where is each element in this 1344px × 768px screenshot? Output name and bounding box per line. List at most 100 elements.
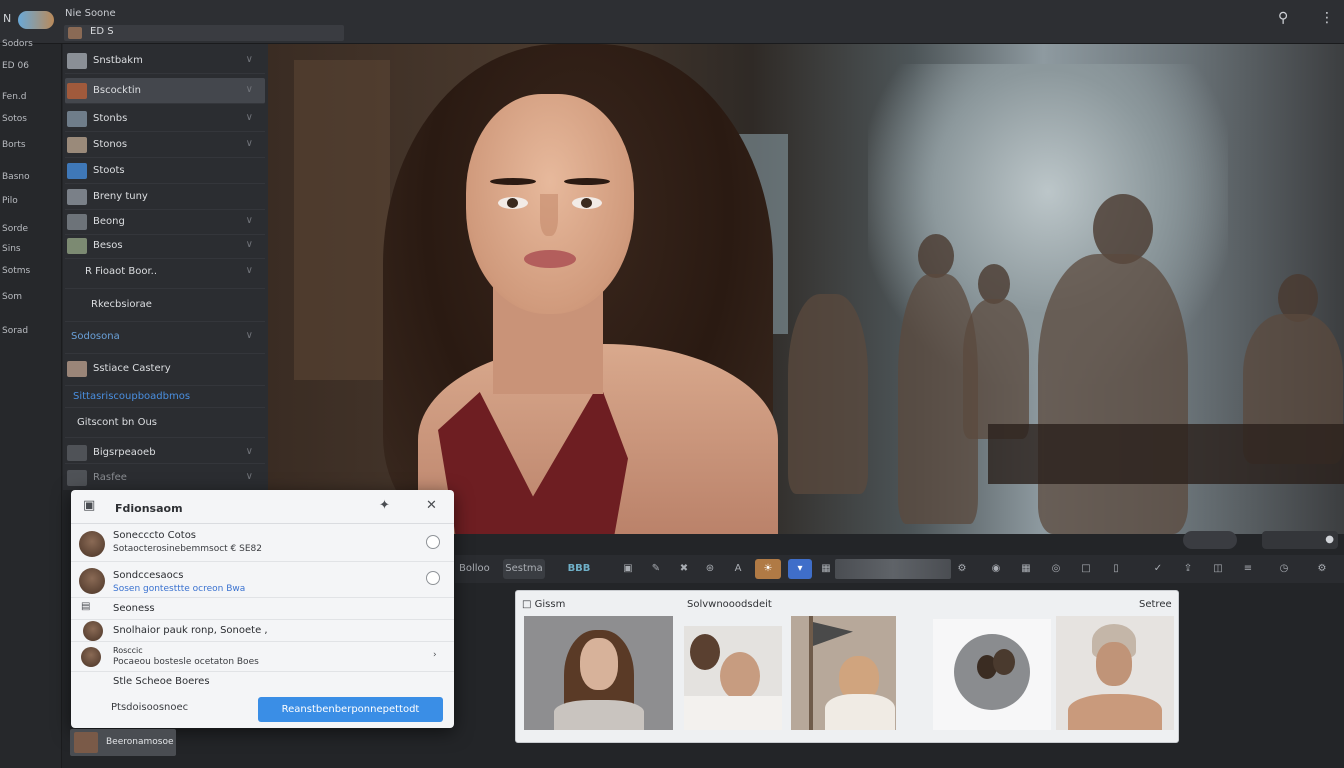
dialog-primary-button[interactable]: Reanstbenberponnepettodt <box>258 697 443 722</box>
panel-item[interactable]: Bigsrpeaoeb ∨ <box>65 440 265 464</box>
app-logo-icon[interactable] <box>18 11 54 29</box>
panel-item[interactable]: Stonbs ∨ <box>65 106 265 132</box>
panel-item-label: R Fioaot Boor.. <box>85 266 158 277</box>
text-icon[interactable]: A <box>729 559 747 579</box>
rail-item[interactable]: Sorde <box>2 224 28 234</box>
subject-face <box>466 94 634 314</box>
panel-item-label: Stoots <box>93 165 125 176</box>
rail-item[interactable]: Sotos <box>2 114 27 124</box>
rail-item[interactable]: Fen.d <box>2 92 27 102</box>
dialog-option[interactable]: Snolhaior pauk ronp, Sonoete , <box>71 620 454 642</box>
gallery-thumbnail[interactable] <box>933 619 1051 730</box>
close-icon[interactable]: ✕ <box>426 498 437 513</box>
camera-icon[interactable]: ◉ <box>985 559 1007 579</box>
tool-button[interactable]: BBB <box>559 559 599 579</box>
gear-icon[interactable]: ⚙ <box>953 559 971 579</box>
rail-item[interactable]: ED 06 <box>2 61 29 71</box>
export-icon[interactable]: ◫ <box>1207 559 1229 579</box>
sliders-icon[interactable]: ≡ <box>1237 559 1259 579</box>
filmstrip[interactable] <box>835 559 951 579</box>
panel-item[interactable]: Rasfee ∨ <box>65 468 265 488</box>
panel-item[interactable]: R Fioaot Boor.. ∨ <box>65 259 265 289</box>
tool-button[interactable]: Sestma <box>503 559 545 579</box>
dropdown-icon[interactable]: ▾ <box>788 559 812 579</box>
grid-icon[interactable]: ▦ <box>1015 559 1037 579</box>
rail-item[interactable]: Sotms <box>2 266 30 276</box>
chevron-icon: ∨ <box>245 446 253 457</box>
item-thumbnail <box>67 470 87 486</box>
layer-icon[interactable]: ▦ <box>817 559 835 579</box>
dialog-option[interactable]: Stle Scheoe Boeres <box>71 672 454 692</box>
check-icon[interactable]: ✓ <box>1147 559 1169 579</box>
gallery-thumbnail[interactable] <box>524 616 673 730</box>
more-vertical-icon[interactable]: ⋮ <box>1320 10 1334 26</box>
tab-thumbnail <box>68 27 82 39</box>
rail-item[interactable]: Sodors <box>2 39 33 49</box>
subject-brow <box>490 178 536 185</box>
panel-item-label: Besos <box>93 240 123 251</box>
zoom-toggle[interactable] <box>1183 531 1237 549</box>
subject-eye <box>498 197 528 209</box>
gallery-label-text: Gissm <box>534 599 566 610</box>
editing-toolbar: Bolloo Sestma BBB ▣ ✎ ✖ ⊛ A ☀ ▾ ▦ ⚙ ◉ ▦ … <box>455 555 1344 583</box>
rail-item[interactable]: Sorad <box>2 326 28 336</box>
brush-icon[interactable]: ✎ <box>647 559 665 579</box>
chat-icon[interactable]: □ <box>1075 559 1097 579</box>
scissors-icon[interactable]: ✖ <box>675 559 693 579</box>
gallery-action[interactable]: Setree <box>1139 599 1172 610</box>
dialog-option[interactable]: Sondccesaocs Sosen gontesttte ocreon Bwa <box>71 562 454 598</box>
panel-item-label: Rkecbsiorae <box>91 299 152 310</box>
panel-item[interactable]: Stonos ∨ <box>65 132 265 158</box>
chevron-icon: ∨ <box>245 471 253 482</box>
history-icon[interactable]: ◷ <box>1273 559 1295 579</box>
dialog-option[interactable]: Sonecccto Cotos Sotaocterosinebemmsoct €… <box>71 524 454 562</box>
rail-item[interactable]: Sins <box>2 244 21 254</box>
panel-item[interactable]: Stoots <box>65 158 265 184</box>
item-thumbnail <box>67 111 87 127</box>
gallery-thumbnail[interactable] <box>1056 616 1174 730</box>
panel-item[interactable]: Beong ∨ <box>65 209 265 235</box>
tool-button[interactable]: Bolloo <box>459 559 490 579</box>
settings-icon[interactable]: ⚙ <box>1311 559 1333 579</box>
rail-item[interactable]: Basno <box>2 172 30 182</box>
panel-item-selected[interactable]: Bscocktin ∨ <box>65 78 265 104</box>
gallery-thumbnail[interactable] <box>791 616 896 730</box>
rail-item[interactable]: Borts <box>2 140 26 150</box>
share-icon[interactable]: ⇪ <box>1177 559 1199 579</box>
option-subtitle: Pocaeou bostesle ocetaton Boes <box>113 657 259 667</box>
panel-item[interactable]: Sittasriscoupboadbmos <box>65 384 265 408</box>
adjust-icon[interactable]: ☀ <box>755 559 781 579</box>
rail-item[interactable]: Pilo <box>2 196 18 206</box>
item-thumbnail <box>67 83 87 99</box>
panel-item[interactable]: Breny tuny <box>65 184 265 210</box>
panel-item[interactable]: Besos ∨ <box>65 233 265 259</box>
panel-item-label: Sodosona <box>71 331 120 342</box>
dialog-app-icon: ▣ <box>83 498 96 513</box>
panel-item[interactable]: Sstiace Castery <box>65 356 265 386</box>
option-radio[interactable] <box>426 571 440 585</box>
canvas-background-wall <box>294 60 390 380</box>
dialog-option[interactable]: Rosccic Pocaeou bostesle ocetaton Boes › <box>71 642 454 672</box>
option-radio[interactable] <box>426 535 440 549</box>
palette-icon[interactable]: ◎ <box>1045 559 1067 579</box>
image-canvas[interactable] <box>268 44 1344 534</box>
share-dialog: ▣ Fdionsaom ✦ ✕ Sonecccto Cotos Sotaocte… <box>71 490 454 728</box>
tab-active[interactable]: ED S <box>64 25 344 41</box>
panel-item[interactable]: Sodosona ∨ <box>65 324 265 354</box>
panel-item[interactable]: Gitscont bn Ous <box>65 410 265 438</box>
background-figure <box>1038 254 1188 534</box>
crop-icon[interactable]: ▣ <box>619 559 637 579</box>
search-icon[interactable]: ⚲ <box>1278 10 1288 26</box>
pin-icon[interactable]: ✦ <box>379 498 390 513</box>
filter-icon[interactable]: ⊛ <box>701 559 719 579</box>
status-indicator[interactable]: ● <box>1262 531 1338 549</box>
message-icon[interactable]: ▯ <box>1105 559 1127 579</box>
dialog-option[interactable]: ▤ Seoness <box>71 598 454 620</box>
recent-item-chip[interactable]: Beeronamosoe <box>70 729 176 756</box>
panel-item[interactable]: Snstbakm ∨ <box>65 48 265 74</box>
subject-eye <box>572 197 602 209</box>
panel-item[interactable]: Rkecbsiorae <box>65 292 265 322</box>
rail-item[interactable]: Som <box>2 292 22 302</box>
background-table <box>988 424 1344 484</box>
gallery-thumbnail[interactable] <box>684 626 782 730</box>
